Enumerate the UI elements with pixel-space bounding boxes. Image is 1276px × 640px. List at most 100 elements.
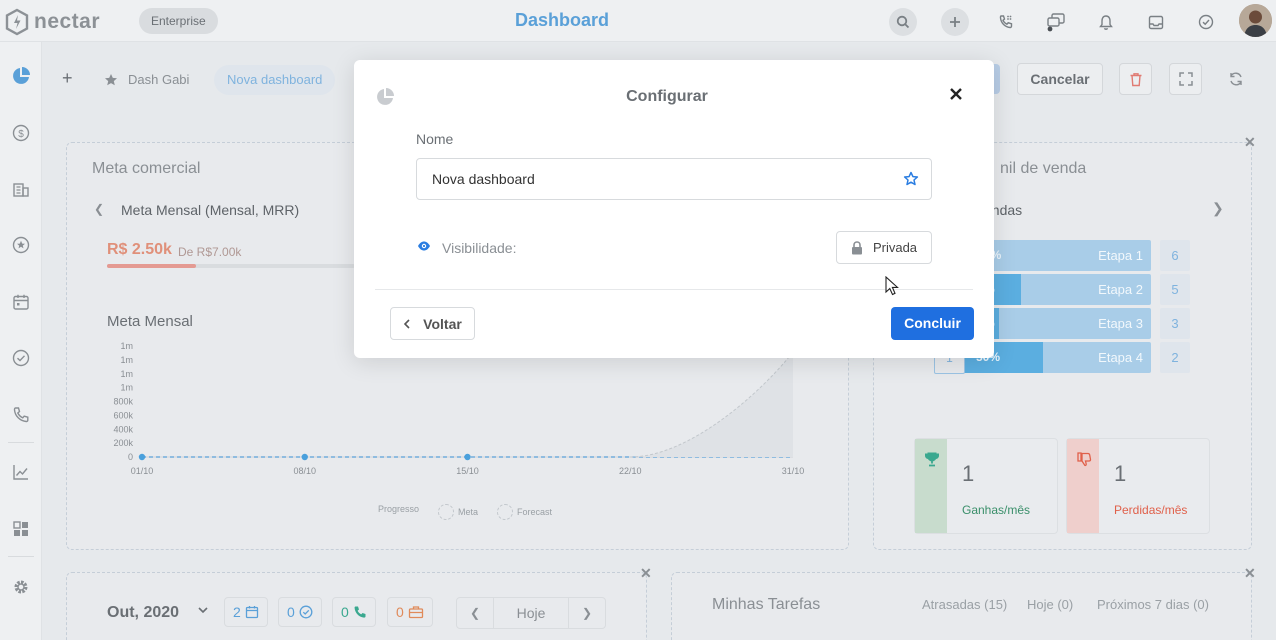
filter-next-7-days[interactable]: Próximos 7 dias (0): [1097, 597, 1209, 612]
chart-title: Meta Mensal: [107, 313, 193, 330]
tab-nova-dashboard[interactable]: Nova dashboard: [214, 65, 336, 95]
widget-title: Meta comercial: [92, 160, 201, 177]
star-outline-icon: [903, 171, 919, 186]
phone-button[interactable]: [992, 8, 1020, 36]
plan-badge: Enterprise: [139, 8, 218, 34]
widget-title: nil de venda: [1000, 160, 1087, 177]
progress-point: [464, 453, 471, 461]
refresh-button[interactable]: [1228, 71, 1244, 87]
page-title: Dashboard: [514, 10, 610, 30]
mouse-cursor: [885, 276, 899, 296]
calendar-month[interactable]: Out, 2020: [107, 604, 179, 622]
stage-count[interactable]: 5: [1160, 274, 1190, 305]
legend-label: Progresso: [378, 504, 420, 514]
calls-count: 0: [341, 604, 349, 620]
x-tick-label: 08/10: [293, 466, 316, 476]
sidebar-item-calendar[interactable]: [5, 286, 37, 318]
sidebar-item-reports[interactable]: [5, 456, 37, 488]
inbox-icon: [1148, 15, 1164, 29]
sidebar-item-dashboard[interactable]: [5, 60, 37, 92]
calls-chip[interactable]: 0: [332, 597, 376, 627]
legend-swatch: [497, 504, 513, 520]
chat-button[interactable]: [1042, 8, 1070, 36]
bell-icon: [1099, 14, 1113, 30]
next-button[interactable]: ❯: [568, 598, 605, 628]
meta-line-chart: 0 200k 400k 600k 800k 1m 1m 1m 1m 01/10 08/10 15/10…: [113, 341, 804, 476]
sidebar-divider: [8, 442, 34, 443]
sidebar-item-apps[interactable]: [5, 513, 37, 545]
name-input[interactable]: [416, 158, 932, 200]
add-button[interactable]: [941, 8, 969, 36]
calendar-icon: [13, 294, 29, 310]
filter-today[interactable]: Hoje (0): [1027, 597, 1073, 612]
sidebar-item-tasks[interactable]: [5, 342, 37, 374]
done-button[interactable]: Concluir: [891, 307, 974, 340]
thumbs-down-icon: [1077, 452, 1092, 467]
sidebar-item-companies[interactable]: [5, 173, 37, 205]
sidebar-item-sales[interactable]: $: [5, 117, 37, 149]
tab-dash-gabi[interactable]: Dash Gabi: [128, 72, 189, 87]
today-button[interactable]: Hoje: [494, 598, 568, 628]
y-tick-label: 800k: [113, 397, 133, 407]
privacy-toggle-button[interactable]: Privada: [836, 231, 932, 264]
briefcase-icon: [408, 606, 423, 619]
privacy-value: Privada: [872, 240, 918, 255]
stage-count[interactable]: 6: [1160, 240, 1190, 271]
chevron-right-icon[interactable]: ❯: [1212, 200, 1224, 217]
y-tick-label: 400k: [113, 424, 133, 434]
cancel-button[interactable]: Cancelar: [1017, 63, 1103, 95]
add-dashboard-button[interactable]: +: [62, 68, 73, 89]
won-label: Ganhas/mês: [962, 503, 1031, 517]
forecast-area: [630, 352, 793, 457]
close-dialog-button[interactable]: [949, 87, 963, 101]
user-avatar[interactable]: [1239, 4, 1272, 37]
lost-deals-card[interactable]: 1 Perdidas/mês: [1066, 438, 1210, 534]
stage-count[interactable]: 2: [1160, 342, 1190, 373]
back-label: Voltar: [423, 315, 462, 332]
dialog-divider: [375, 289, 973, 290]
legend-item[interactable]: Meta: [438, 504, 478, 520]
close-icon[interactable]: ✕: [1244, 134, 1256, 151]
legend-item[interactable]: Progresso: [378, 504, 419, 514]
progress-point: [301, 453, 308, 461]
progress-point: [138, 453, 146, 461]
tasks-count: 0: [287, 604, 295, 620]
check-circle-icon: [1198, 14, 1214, 30]
fullscreen-button[interactable]: [1169, 63, 1202, 95]
meetings-count: 0: [396, 604, 404, 620]
left-sidebar: $: [0, 42, 42, 640]
search-button[interactable]: [889, 8, 917, 36]
sidebar-item-favorites[interactable]: [5, 229, 37, 261]
stage-name: Etapa 3: [1098, 316, 1143, 331]
phone-icon: [13, 407, 29, 423]
brand-logo[interactable]: nectar: [4, 8, 100, 36]
sidebar-item-calls[interactable]: [5, 399, 37, 431]
close-icon[interactable]: ✕: [1244, 565, 1256, 582]
svg-text:$: $: [18, 129, 24, 140]
sidebar-item-settings[interactable]: [5, 571, 37, 603]
legend-swatch: [438, 504, 454, 520]
tasks-chip[interactable]: 0: [278, 597, 322, 627]
notifications-button[interactable]: [1092, 8, 1120, 36]
legend-item[interactable]: Forecast: [497, 504, 552, 520]
tasks-button[interactable]: [1192, 8, 1220, 36]
trash-icon: [1130, 72, 1141, 86]
search-icon: [896, 15, 910, 29]
chevron-down-icon[interactable]: [197, 605, 209, 615]
back-button[interactable]: Voltar: [390, 307, 475, 340]
inbox-button[interactable]: [1142, 8, 1170, 36]
meetings-chip[interactable]: 0: [387, 597, 433, 627]
goal-selector[interactable]: Meta Mensal (Mensal, MRR): [121, 202, 299, 218]
favorite-toggle[interactable]: [903, 171, 919, 187]
widget-title: Minhas Tarefas: [712, 596, 821, 613]
chevron-left-icon[interactable]: ❮: [94, 202, 104, 216]
prev-button[interactable]: ❮: [457, 598, 494, 628]
filter-overdue[interactable]: Atrasadas (15): [922, 597, 1007, 612]
delete-button[interactable]: [1119, 63, 1152, 95]
events-chip[interactable]: 2: [224, 597, 268, 627]
favorite-star-icon[interactable]: [104, 73, 118, 87]
close-icon[interactable]: ✕: [640, 565, 652, 582]
won-deals-card[interactable]: 1 Ganhas/mês: [914, 438, 1058, 534]
phone-dialpad-icon: [999, 15, 1013, 29]
stage-count[interactable]: 3: [1160, 308, 1190, 339]
